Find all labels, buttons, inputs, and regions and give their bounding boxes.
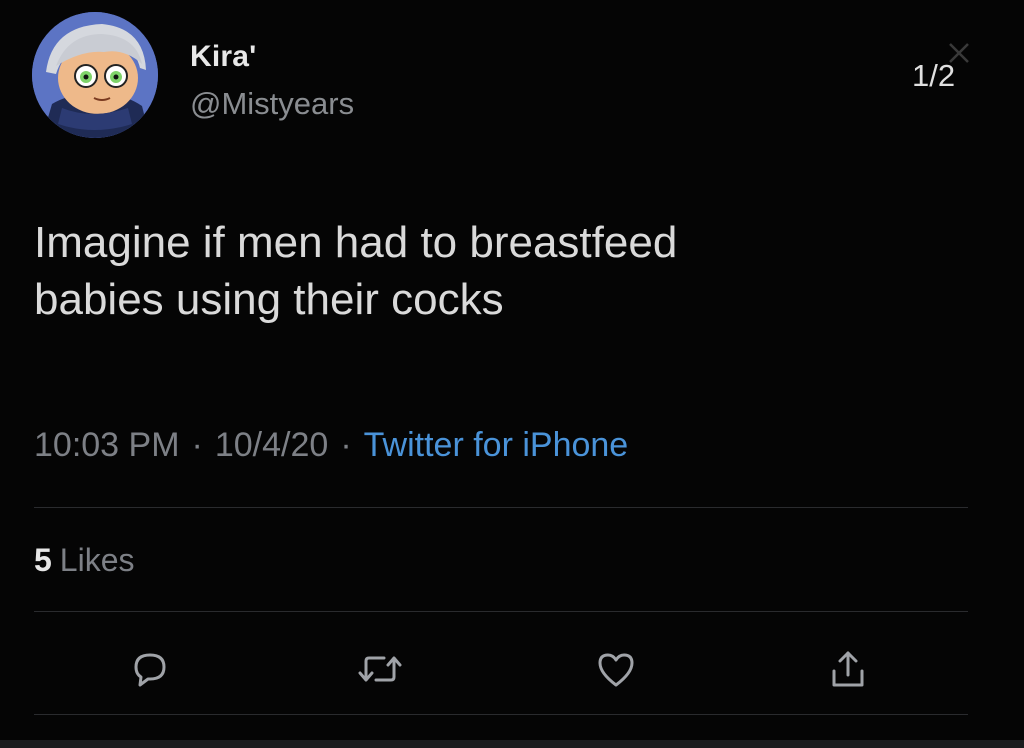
tweet-date: 10/4/20 bbox=[214, 426, 329, 464]
meta-separator: · bbox=[340, 426, 352, 464]
likes-stat[interactable]: 5 Likes bbox=[34, 542, 135, 579]
display-name[interactable]: Kira' bbox=[190, 40, 257, 74]
cartoon-avatar-icon bbox=[32, 12, 158, 138]
avatar[interactable] bbox=[32, 12, 158, 138]
likes-count: 5 bbox=[34, 542, 52, 578]
tweet-source-link[interactable]: Twitter for iPhone bbox=[364, 426, 629, 464]
tweet-text-line: babies using their cocks bbox=[34, 275, 504, 324]
share-icon bbox=[832, 651, 864, 687]
retweet-icon bbox=[358, 656, 402, 682]
tweet-metadata: 10:03 PM · 10/4/20 · Twitter for iPhone bbox=[34, 426, 628, 465]
like-button[interactable] bbox=[590, 643, 642, 695]
tweet-text: Imagine if men had to breastfeed babies … bbox=[34, 214, 934, 328]
tweet-time: 10:03 PM bbox=[34, 426, 180, 464]
tweet-text-line: Imagine if men had to breastfeed bbox=[34, 218, 678, 267]
page-indicator: 1/2 bbox=[912, 58, 956, 93]
divider bbox=[34, 507, 968, 508]
heart-icon bbox=[598, 653, 634, 687]
bottom-bar bbox=[0, 740, 1024, 748]
divider bbox=[34, 611, 968, 612]
share-button[interactable] bbox=[822, 643, 874, 695]
tweet-detail: Kira' @Mistyears 1/2 Imagine if men had … bbox=[0, 0, 1024, 748]
reply-icon bbox=[134, 653, 166, 687]
likes-label: Likes bbox=[59, 542, 135, 578]
meta-separator: · bbox=[191, 426, 203, 464]
reply-button[interactable] bbox=[124, 643, 176, 695]
divider bbox=[34, 714, 968, 715]
retweet-button[interactable] bbox=[354, 643, 406, 695]
user-handle[interactable]: @Mistyears bbox=[190, 86, 354, 122]
